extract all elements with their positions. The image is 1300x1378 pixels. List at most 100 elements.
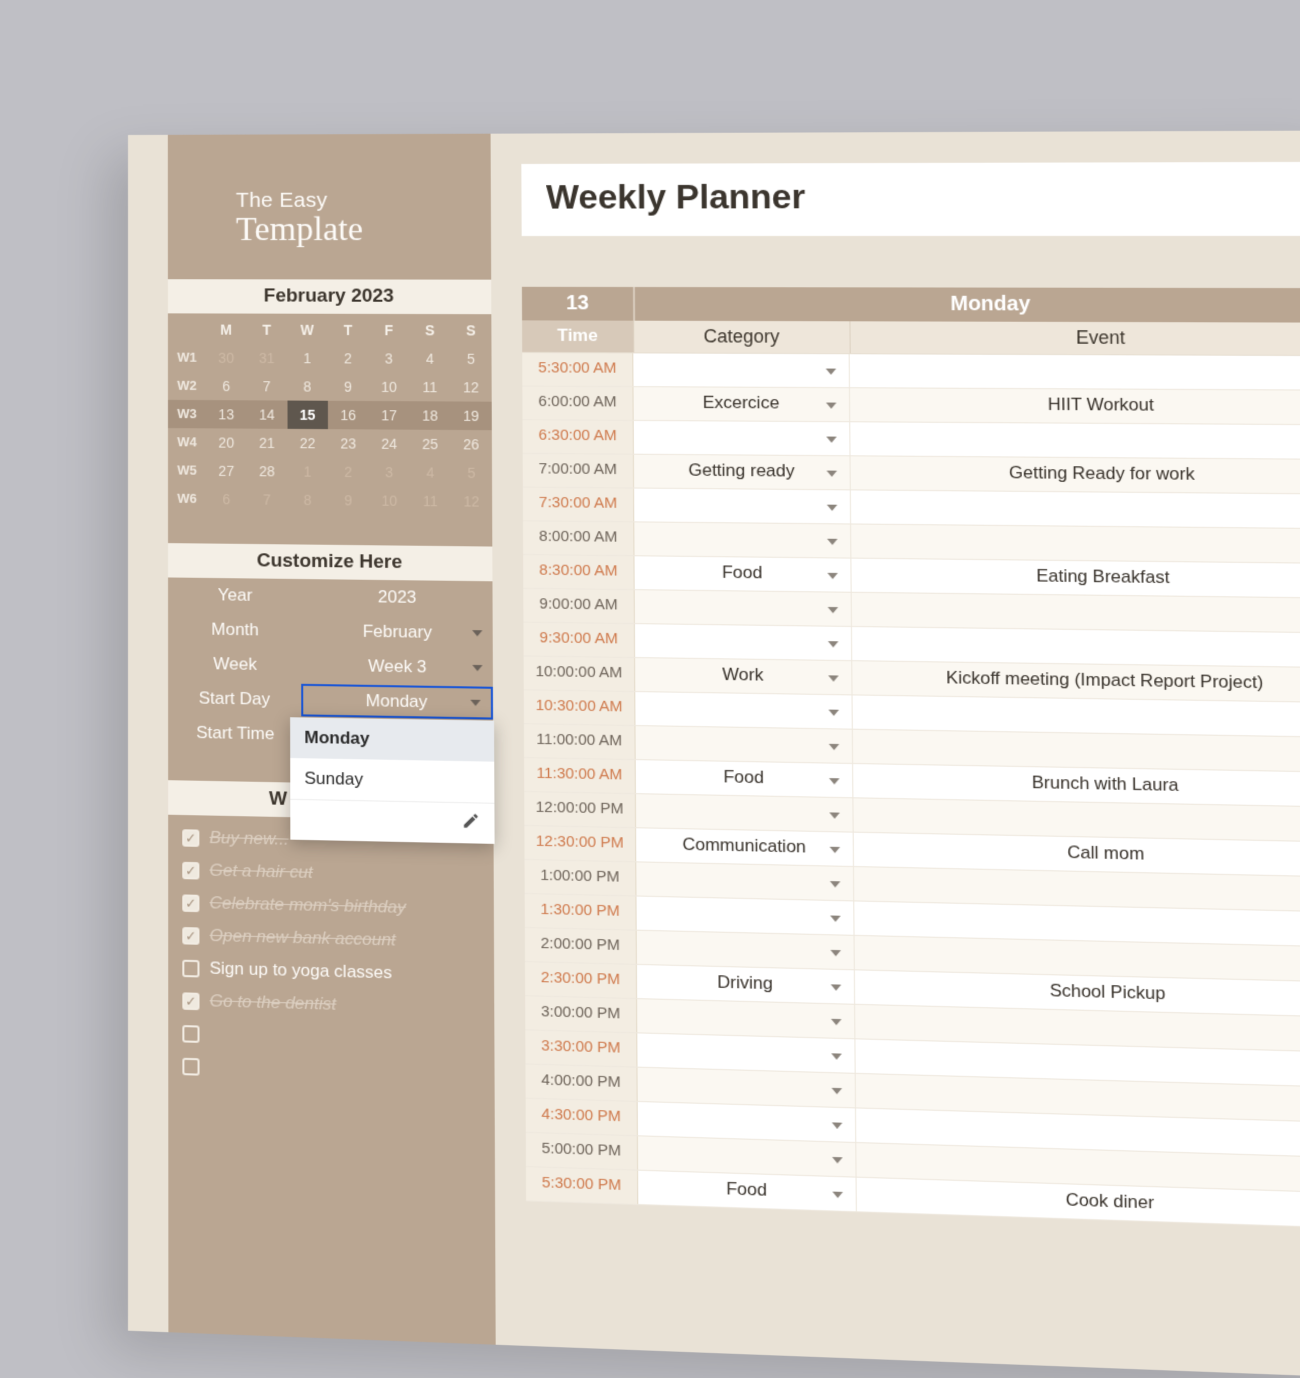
checkbox[interactable] xyxy=(182,959,199,977)
time-cell: 1:00:00 PM xyxy=(525,860,637,896)
chevron-down-icon xyxy=(830,881,841,887)
category-cell[interactable] xyxy=(637,999,855,1038)
calendar-day[interactable]: 11 xyxy=(409,373,450,402)
calendar-day[interactable]: 8 xyxy=(287,486,328,515)
category-cell[interactable]: Getting ready xyxy=(634,455,851,490)
category-cell[interactable]: Food xyxy=(634,556,851,591)
calendar-day[interactable]: 24 xyxy=(369,429,410,458)
chevron-down-icon xyxy=(831,1053,842,1060)
calendar-day[interactable]: 18 xyxy=(409,401,450,430)
category-cell[interactable] xyxy=(635,624,852,660)
category-cell[interactable]: Driving xyxy=(637,965,855,1004)
calendar-day[interactable]: 1 xyxy=(287,457,328,486)
category-cell[interactable]: Work xyxy=(635,658,852,694)
calendar-day[interactable]: 20 xyxy=(206,428,247,457)
dropdown-option[interactable]: Monday xyxy=(290,717,494,761)
category-cell[interactable] xyxy=(634,489,851,524)
chevron-down-icon xyxy=(831,984,842,991)
calendar-day[interactable]: 25 xyxy=(410,430,451,459)
calendar-day[interactable]: 26 xyxy=(451,430,492,459)
calendar-day[interactable]: 30 xyxy=(206,344,246,372)
event-cell[interactable] xyxy=(850,422,1300,459)
category-cell[interactable] xyxy=(633,353,850,387)
calendar-day[interactable]: 9 xyxy=(328,486,369,515)
calendar-day[interactable]: 4 xyxy=(409,344,450,373)
calendar-day[interactable]: 10 xyxy=(368,373,409,402)
category-cell[interactable] xyxy=(637,931,855,970)
checkbox[interactable]: ✓ xyxy=(182,927,199,945)
chevron-down-icon xyxy=(827,573,838,579)
event-cell[interactable] xyxy=(850,354,1300,390)
category-cell[interactable] xyxy=(635,590,852,626)
category-cell[interactable]: Food xyxy=(636,760,854,797)
calendar-day[interactable]: 3 xyxy=(369,458,410,487)
calendar-day[interactable]: 17 xyxy=(369,401,410,430)
checkbox[interactable] xyxy=(182,1057,199,1075)
category-cell[interactable] xyxy=(638,1102,857,1142)
calendar-day[interactable]: 16 xyxy=(328,401,369,430)
calendar-day[interactable]: 5 xyxy=(450,345,491,374)
customize-value-start-day[interactable]: Monday xyxy=(301,684,493,720)
checkbox[interactable] xyxy=(182,1025,199,1043)
dropdown-edit-button[interactable] xyxy=(290,799,494,844)
customize-value-year[interactable]: 2023 xyxy=(302,586,492,609)
time-cell: 2:00:00 PM xyxy=(525,928,637,964)
category-cell[interactable] xyxy=(638,1136,857,1176)
category-cell[interactable]: Food xyxy=(638,1171,857,1212)
category-cell[interactable] xyxy=(634,522,851,557)
category-cell[interactable] xyxy=(636,794,854,831)
calendar-day[interactable]: 31 xyxy=(246,344,287,372)
customize-value-month[interactable]: February xyxy=(302,621,492,644)
category-cell[interactable] xyxy=(637,1033,855,1072)
calendar-day[interactable]: 9 xyxy=(328,372,369,401)
calendar-day[interactable]: 12 xyxy=(451,487,492,516)
time-cell: 1:30:00 PM xyxy=(525,894,637,930)
category-cell[interactable] xyxy=(634,421,851,455)
event-cell[interactable]: Eating Breakfast xyxy=(851,559,1300,598)
calendar-day[interactable]: 2 xyxy=(328,458,369,487)
event-cell[interactable]: Getting Ready for work xyxy=(851,456,1300,493)
calendar-day[interactable]: 19 xyxy=(451,401,492,430)
checkbox[interactable]: ✓ xyxy=(182,829,199,847)
category-cell[interactable] xyxy=(635,692,853,729)
calendar-day[interactable]: 27 xyxy=(206,457,247,486)
checkbox[interactable]: ✓ xyxy=(182,861,199,879)
calendar-day[interactable]: 6 xyxy=(206,485,247,514)
category-cell[interactable] xyxy=(636,897,854,935)
calendar-day[interactable]: 22 xyxy=(287,429,328,458)
category-cell[interactable]: Excercice xyxy=(634,387,851,421)
calendar-day[interactable]: 2 xyxy=(328,344,369,373)
dropdown-option[interactable]: Sunday xyxy=(290,758,494,803)
calendar-day[interactable]: 13 xyxy=(206,400,246,429)
calendar-day[interactable]: 28 xyxy=(247,457,288,486)
calendar-day[interactable]: 15 xyxy=(287,401,328,430)
event-cell[interactable] xyxy=(852,593,1300,633)
checkbox[interactable]: ✓ xyxy=(182,992,199,1010)
calendar-day[interactable]: 14 xyxy=(246,400,287,429)
calendar-day[interactable]: 21 xyxy=(247,429,288,458)
calendar-day[interactable]: 23 xyxy=(328,429,369,458)
category-cell[interactable] xyxy=(636,862,854,900)
category-cell[interactable]: Communication xyxy=(636,828,854,866)
calendar-day[interactable]: 3 xyxy=(368,344,409,373)
chevron-down-icon xyxy=(472,665,482,671)
chevron-down-icon xyxy=(826,403,837,409)
category-cell[interactable] xyxy=(635,726,853,763)
calendar-day[interactable]: 1 xyxy=(287,344,328,372)
category-cell[interactable] xyxy=(637,1068,856,1108)
calendar-day[interactable]: 5 xyxy=(451,458,492,487)
calendar-day[interactable]: 4 xyxy=(410,458,451,487)
calendar-day[interactable]: 8 xyxy=(287,372,328,401)
calendar-day[interactable]: 7 xyxy=(246,372,287,400)
calendar-day[interactable]: 7 xyxy=(247,485,288,514)
calendar-day[interactable]: 6 xyxy=(206,372,246,400)
event-cell[interactable] xyxy=(851,524,1300,563)
checkbox[interactable]: ✓ xyxy=(182,894,199,912)
calendar-day[interactable]: 11 xyxy=(410,487,451,516)
event-cell[interactable] xyxy=(851,490,1300,528)
calendar-day[interactable]: 12 xyxy=(450,373,491,402)
customize-value-week[interactable]: Week 3 xyxy=(302,655,492,678)
event-cell[interactable]: HIIT Workout xyxy=(850,388,1300,424)
start-day-dropdown[interactable]: MondaySunday xyxy=(290,717,494,844)
calendar-day[interactable]: 10 xyxy=(369,486,410,515)
